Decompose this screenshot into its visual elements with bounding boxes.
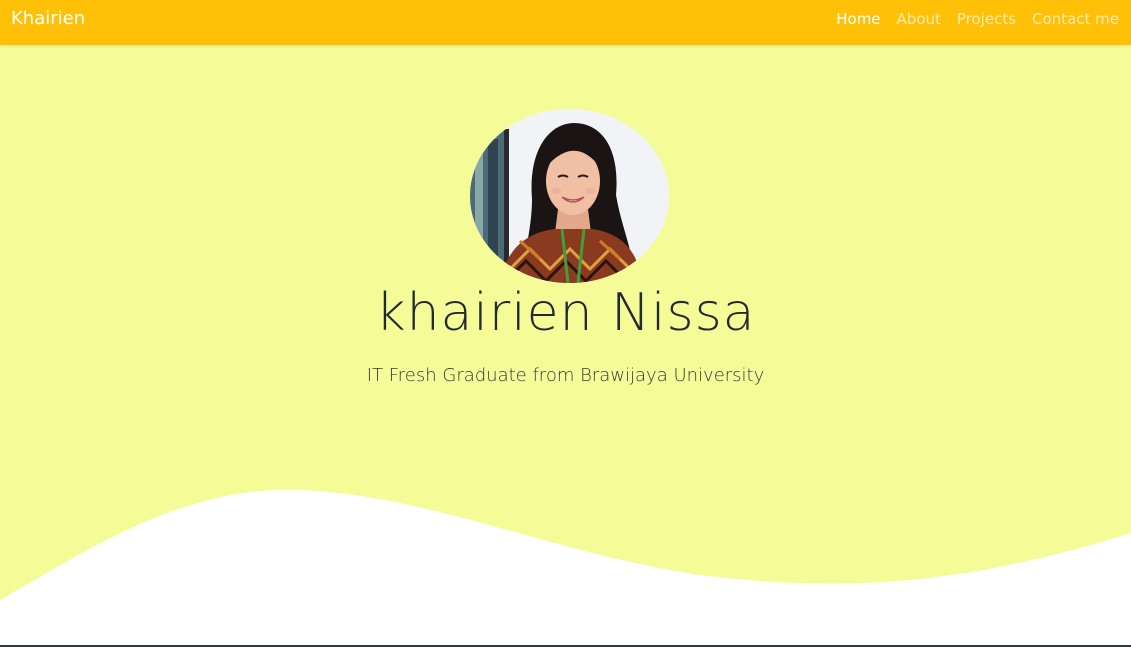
nav-link-contact[interactable]: Contact me	[1032, 10, 1119, 28]
nav-link-home[interactable]: Home	[836, 10, 880, 28]
hero-name: khairien Nissa	[375, 283, 756, 343]
nav-links: Home About Projects Contact me	[836, 10, 1119, 28]
nav-link-projects[interactable]: Projects	[957, 10, 1016, 28]
profile-avatar	[470, 109, 669, 283]
profile-photo	[470, 109, 669, 283]
hero-section: khairien Nissa IT Fresh Graduate from Br…	[0, 45, 1131, 645]
top-navbar: Khairien Home About Projects Contact me	[0, 0, 1131, 45]
brand-link[interactable]: Khairien	[11, 8, 85, 29]
nav-link-about[interactable]: About	[897, 10, 941, 28]
hero-subtitle: IT Fresh Graduate from Brawijaya Univers…	[366, 365, 765, 386]
wave-divider	[0, 489, 1131, 645]
